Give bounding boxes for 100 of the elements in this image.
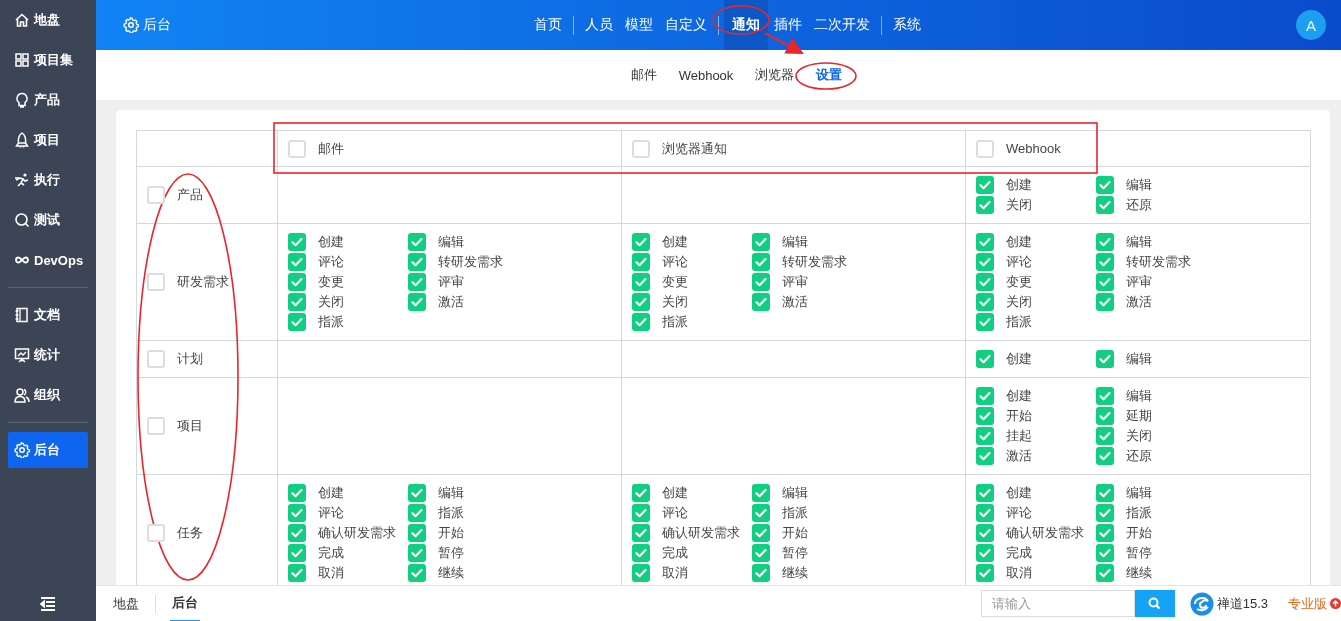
checkbox[interactable] xyxy=(632,524,650,542)
checkbox[interactable] xyxy=(976,427,994,445)
checkbox[interactable] xyxy=(632,233,650,251)
checkbox[interactable] xyxy=(976,273,994,291)
checkbox[interactable] xyxy=(976,504,994,522)
checkbox[interactable] xyxy=(1096,524,1114,542)
checkbox[interactable] xyxy=(1096,253,1114,271)
checkbox[interactable] xyxy=(976,196,994,214)
checkbox[interactable] xyxy=(147,417,165,435)
checkbox[interactable] xyxy=(408,293,426,311)
checkbox[interactable] xyxy=(288,313,306,331)
checkbox[interactable] xyxy=(408,524,426,542)
breadcrumb-link[interactable]: 地盘 xyxy=(111,585,141,621)
menu-collapse-icon[interactable] xyxy=(40,597,56,611)
sidebar-item[interactable]: 项目集 xyxy=(0,40,96,80)
sub-tab[interactable]: Webhook xyxy=(678,67,734,83)
sidebar-item[interactable]: 地盘 xyxy=(0,0,96,40)
sidebar-item[interactable]: DevOps xyxy=(0,240,96,280)
checkbox[interactable] xyxy=(976,253,994,271)
checkbox[interactable] xyxy=(632,139,650,158)
breadcrumb-link[interactable]: 后台 xyxy=(170,585,200,621)
checkbox[interactable] xyxy=(288,524,306,542)
checkbox[interactable] xyxy=(1096,427,1114,445)
nav-tab[interactable]: 自定义 xyxy=(659,0,713,50)
sub-tab[interactable]: 设置 xyxy=(816,66,843,84)
checkbox[interactable] xyxy=(976,139,994,158)
checkbox[interactable] xyxy=(752,564,770,582)
checkbox[interactable] xyxy=(408,544,426,562)
nav-tab[interactable]: 人员 xyxy=(579,0,619,50)
checkbox[interactable] xyxy=(976,176,994,194)
nav-tab[interactable]: 系统 xyxy=(887,0,927,50)
sub-tab[interactable]: 邮件 xyxy=(630,66,657,84)
checkbox[interactable] xyxy=(1096,504,1114,522)
nav-tab[interactable]: 模型 xyxy=(619,0,659,50)
checkbox[interactable] xyxy=(976,544,994,562)
checkbox[interactable] xyxy=(408,504,426,522)
sub-tab[interactable]: 浏览器 xyxy=(755,66,795,84)
checkbox[interactable] xyxy=(408,484,426,502)
checkbox[interactable] xyxy=(1096,196,1114,214)
checkbox[interactable] xyxy=(1096,544,1114,562)
checkbox[interactable] xyxy=(147,186,165,204)
checkbox[interactable] xyxy=(632,253,650,271)
checkbox[interactable] xyxy=(632,564,650,582)
nav-tab[interactable]: 插件 xyxy=(768,0,808,50)
checkbox[interactable] xyxy=(408,273,426,291)
checkbox[interactable] xyxy=(147,350,165,368)
checkbox[interactable] xyxy=(976,233,994,251)
checkbox[interactable] xyxy=(752,253,770,271)
sidebar-item[interactable]: 后台 xyxy=(8,432,88,468)
sidebar-item[interactable]: 项目 xyxy=(0,120,96,160)
checkbox[interactable] xyxy=(752,544,770,562)
checkbox[interactable] xyxy=(632,484,650,502)
checkbox[interactable] xyxy=(288,504,306,522)
sidebar-item[interactable]: 执行 xyxy=(0,160,96,200)
checkbox[interactable] xyxy=(752,524,770,542)
checkbox[interactable] xyxy=(1096,387,1114,405)
checkbox[interactable] xyxy=(288,273,306,291)
sidebar-item[interactable]: 统计 xyxy=(0,335,96,375)
nav-tab[interactable]: 通知 xyxy=(724,0,768,50)
checkbox[interactable] xyxy=(752,504,770,522)
search-field[interactable]: 请输入 xyxy=(980,590,1135,617)
checkbox[interactable] xyxy=(976,407,994,425)
checkbox[interactable] xyxy=(408,253,426,271)
checkbox[interactable] xyxy=(976,293,994,311)
checkbox[interactable] xyxy=(288,564,306,582)
checkbox[interactable] xyxy=(1096,176,1114,194)
checkbox[interactable] xyxy=(147,273,165,291)
checkbox[interactable] xyxy=(1096,350,1114,368)
checkbox[interactable] xyxy=(976,387,994,405)
checkbox[interactable] xyxy=(976,447,994,465)
checkbox[interactable] xyxy=(1096,447,1114,465)
checkbox[interactable] xyxy=(1096,407,1114,425)
sidebar-item[interactable]: 产品 xyxy=(0,80,96,120)
sidebar-item[interactable]: 文档 xyxy=(0,295,96,335)
checkbox[interactable] xyxy=(288,484,306,502)
sidebar-item[interactable]: 组织 xyxy=(0,375,96,415)
checkbox[interactable] xyxy=(1096,484,1114,502)
checkbox[interactable] xyxy=(632,504,650,522)
checkbox[interactable] xyxy=(752,293,770,311)
checkbox[interactable] xyxy=(752,484,770,502)
checkbox[interactable] xyxy=(1096,233,1114,251)
checkbox[interactable] xyxy=(752,273,770,291)
checkbox[interactable] xyxy=(288,544,306,562)
nav-tab[interactable]: 首页 xyxy=(528,0,568,50)
checkbox[interactable] xyxy=(288,139,306,158)
checkbox[interactable] xyxy=(976,350,994,368)
checkbox[interactable] xyxy=(288,293,306,311)
checkbox[interactable] xyxy=(1096,273,1114,291)
checkbox[interactable] xyxy=(752,233,770,251)
checkbox[interactable] xyxy=(976,313,994,331)
checkbox[interactable] xyxy=(632,313,650,331)
search-button[interactable] xyxy=(1134,590,1175,617)
checkbox[interactable] xyxy=(408,564,426,582)
checkbox[interactable] xyxy=(288,253,306,271)
checkbox[interactable] xyxy=(976,564,994,582)
checkbox[interactable] xyxy=(288,233,306,251)
sidebar-item[interactable]: 测试 xyxy=(0,200,96,240)
checkbox[interactable] xyxy=(1096,293,1114,311)
checkbox[interactable] xyxy=(976,524,994,542)
checkbox[interactable] xyxy=(147,524,165,542)
